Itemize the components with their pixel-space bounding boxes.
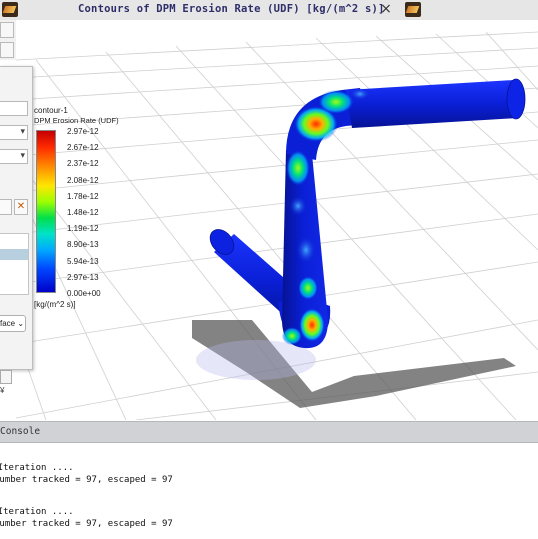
app-icon-2 (405, 2, 421, 17)
legend-tick: 2.97e-13 (67, 273, 99, 282)
legend-title: DPM Erosion Rate (UDF) (34, 116, 119, 125)
legend-tick: 1.48e-12 (67, 208, 99, 217)
compute-button[interactable] (0, 199, 12, 215)
contour-name-field[interactable] (0, 101, 28, 116)
legend-tick: 2.97e-12 (67, 127, 99, 136)
console-output[interactable]: DPM Iteration .... number tracked = 97, … (0, 443, 538, 539)
rotate-tool-button[interactable] (0, 42, 14, 58)
options-button[interactable] (0, 370, 12, 384)
clear-icon: ✕ (16, 201, 26, 212)
pointer-tool-button[interactable] (0, 22, 14, 38)
contour-of-dropdown[interactable]: ▾ (0, 125, 28, 140)
console-title: Console (0, 426, 41, 437)
legend-name: contour-1 (34, 106, 68, 115)
console-line: number tracked = 97, escaped = 97 (0, 519, 173, 529)
graphics-toolbar (0, 20, 16, 60)
chevron-down-icon: ▾ (20, 126, 25, 136)
panel-bottom-controls: ¥ (0, 368, 16, 396)
surface-type-value: face (0, 319, 16, 328)
surface-type-dropdown[interactable]: face ⌄ (0, 315, 26, 332)
console-line: DPM Iteration .... (0, 463, 74, 473)
clear-surfaces-button[interactable]: ✕ (14, 199, 28, 215)
scene-svg (16, 31, 538, 420)
surfaces-list[interactable] (0, 233, 29, 295)
legend-tick: 5.94e-13 (67, 257, 99, 266)
legend-tick: 8.90e-13 (67, 240, 99, 249)
legend-tick: 2.37e-12 (67, 159, 99, 168)
legend-colorbar (36, 130, 56, 293)
legend-tick: 2.67e-12 (67, 143, 99, 152)
legend-tick: 0.00e+00 (67, 289, 101, 298)
app-icon (2, 2, 18, 17)
console-line: DPM Iteration .... (0, 507, 74, 517)
close-button[interactable]: × (378, 1, 394, 17)
console-line: number tracked = 97, escaped = 97 (0, 475, 173, 485)
contour-field-dropdown[interactable]: ▾ (0, 149, 28, 164)
expand-icon[interactable]: ¥ (0, 386, 4, 395)
legend-units: [kg/(m^2 s)] (34, 300, 76, 309)
window-title: Contours of DPM Erosion Rate (UDF) [kg/(… (78, 3, 385, 15)
contours-dialog: ▾ ▾ ✕ face ⌄ (0, 66, 33, 370)
graphics-viewport[interactable] (16, 20, 538, 420)
legend-tick: 1.19e-12 (67, 224, 99, 233)
window-title-bar: Contours of DPM Erosion Rate (UDF) [kg/(… (0, 0, 538, 21)
legend-tick: 2.08e-12 (67, 176, 99, 185)
legend-tick: 1.78e-12 (67, 192, 99, 201)
console-header: Console (0, 421, 538, 443)
chevron-down-icon: ▾ (20, 150, 25, 160)
pipe-outlet (346, 78, 526, 128)
selected-surface-row[interactable] (0, 249, 28, 260)
